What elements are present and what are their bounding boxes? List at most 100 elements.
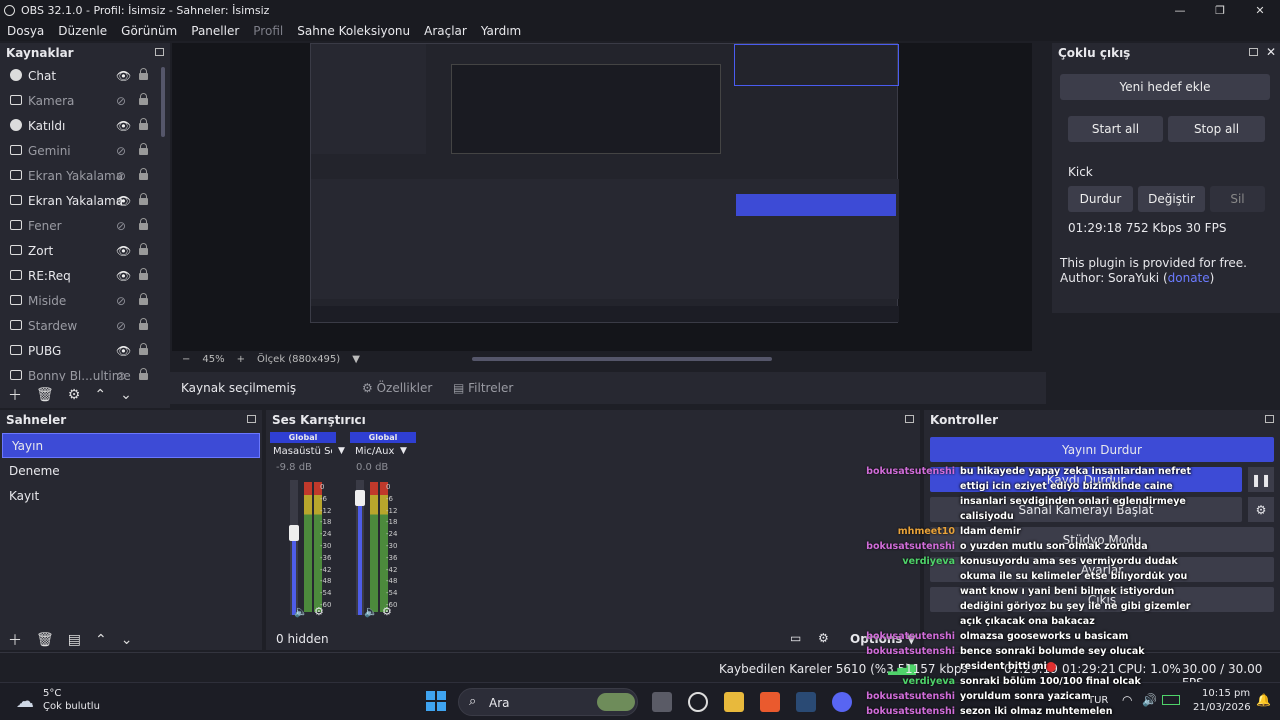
scene-item[interactable]: Deneme — [0, 458, 262, 483]
scene-item[interactable]: Kayıt — [0, 483, 262, 508]
add-source-icon[interactable]: ＋ — [8, 385, 22, 405]
lock-icon[interactable] — [139, 368, 148, 380]
source-settings-icon[interactable]: ⚙ — [68, 387, 81, 403]
close-button[interactable]: ✕ — [1240, 0, 1280, 20]
source-item[interactable]: Kamera ⊘ — [0, 88, 170, 113]
source-item[interactable]: Miside ⊘ — [0, 288, 170, 313]
lock-icon[interactable] — [139, 318, 148, 330]
source-item[interactable]: Katıldı 👁 — [0, 113, 170, 138]
lock-icon[interactable] — [139, 293, 148, 305]
properties-button[interactable]: ⚙ Özellikler — [362, 381, 432, 395]
visibility-off-icon[interactable]: ⊘ — [116, 144, 126, 158]
target-delete-button[interactable]: Sil — [1210, 186, 1265, 212]
undock-icon[interactable] — [905, 415, 914, 423]
source-item[interactable]: Zort 👁 — [0, 238, 170, 263]
source-item[interactable]: Chat 👁 — [0, 63, 170, 88]
move-down-icon[interactable]: ⌄ — [120, 387, 132, 403]
sources-scrollbar[interactable] — [161, 67, 165, 137]
lock-icon[interactable] — [139, 68, 148, 80]
menu-tools[interactable]: Araçlar — [424, 24, 467, 38]
lock-icon[interactable] — [139, 118, 148, 130]
preview-hscrollbar[interactable] — [472, 357, 772, 361]
menu-docks[interactable]: Paneller — [191, 24, 239, 38]
volume-slider[interactable] — [355, 480, 365, 615]
lock-icon[interactable] — [139, 243, 148, 255]
target-edit-button[interactable]: Değiştir — [1138, 186, 1205, 212]
visibility-icon[interactable]: 👁 — [116, 269, 131, 283]
menu-file[interactable]: Dosya — [7, 24, 44, 38]
channel-name[interactable]: Masaüstü Ses — [270, 443, 332, 457]
source-item[interactable]: Stardew ⊘ — [0, 313, 170, 338]
visibility-icon[interactable]: 👁 — [116, 194, 131, 208]
source-item[interactable]: PUBG 👁 — [0, 338, 170, 363]
lock-icon[interactable] — [139, 268, 148, 280]
source-item[interactable]: Bonny Bl...ultime ⊘ — [0, 363, 170, 381]
filters-button[interactable]: ▤ Filtreler — [453, 381, 513, 395]
visibility-off-icon[interactable]: ⊘ — [116, 319, 126, 333]
stop-all-button[interactable]: Stop all — [1168, 116, 1265, 142]
discord-icon[interactable] — [832, 692, 852, 712]
undock-icon[interactable] — [1265, 415, 1274, 423]
add-scene-icon[interactable]: ＋ — [8, 630, 22, 650]
menu-scene-collection[interactable]: Sahne Koleksiyonu — [297, 24, 410, 38]
scene-filter-icon[interactable]: ▤ — [68, 632, 81, 648]
visibility-off-icon[interactable]: ⊘ — [116, 219, 126, 233]
lock-icon[interactable] — [139, 143, 148, 155]
menu-profile[interactable]: Profil — [253, 24, 283, 38]
remove-scene-icon[interactable]: 🗑 — [36, 632, 54, 648]
visibility-off-icon[interactable]: ⊘ — [116, 294, 126, 308]
menu-edit[interactable]: Düzenle — [58, 24, 107, 38]
lock-icon[interactable] — [139, 193, 148, 205]
stop-stream-button[interactable]: Yayını Durdur — [930, 437, 1274, 462]
undock-icon[interactable] — [155, 48, 164, 56]
source-item[interactable]: Ekran Yakalama ⊘ — [0, 163, 170, 188]
search-box[interactable]: ⌕ Ara — [458, 688, 638, 716]
vcam-settings-icon[interactable]: ⚙ — [1248, 497, 1274, 522]
clock-date[interactable]: 21/03/2026 — [1193, 702, 1251, 713]
visibility-icon[interactable]: 👁 — [116, 244, 131, 258]
add-target-button[interactable]: Yeni hedef ekle — [1060, 74, 1270, 100]
channel-dropdown-icon[interactable]: ▼ — [400, 446, 407, 456]
source-item[interactable]: Fener ⊘ — [0, 213, 170, 238]
visibility-icon[interactable]: 👁 — [116, 69, 131, 83]
undock-icon[interactable] — [247, 415, 256, 423]
start-icon[interactable] — [426, 691, 446, 711]
file-explorer-icon[interactable] — [724, 692, 744, 712]
mute-icon[interactable]: 🔈 — [364, 605, 378, 618]
lock-icon[interactable] — [139, 343, 148, 355]
brave-browser-icon[interactable] — [760, 692, 780, 712]
visibility-off-icon[interactable]: ⊘ — [116, 169, 126, 183]
minimize-button[interactable]: — — [1160, 0, 1200, 20]
scene-item[interactable]: Yayın — [2, 433, 260, 458]
visibility-icon[interactable]: 👁 — [116, 344, 131, 358]
clock-time[interactable]: 10:15 pm — [1202, 688, 1250, 699]
volume-knob[interactable] — [289, 525, 299, 542]
obs-app-icon[interactable] — [688, 692, 708, 712]
notification-icon[interactable]: 🔔 — [1256, 693, 1271, 707]
steam-icon[interactable] — [796, 692, 816, 712]
maximize-button[interactable]: ❐ — [1200, 0, 1240, 20]
channel-settings-icon[interactable]: ⚙ — [382, 605, 392, 618]
source-item[interactable]: Gemini ⊘ — [0, 138, 170, 163]
pause-icon[interactable]: ❚❚ — [1248, 467, 1274, 492]
advanced-audio-icon[interactable]: ⚙ — [818, 631, 829, 645]
visibility-off-icon[interactable]: ⊘ — [116, 94, 126, 108]
target-stop-button[interactable]: Durdur — [1068, 186, 1133, 212]
lock-icon[interactable] — [139, 93, 148, 105]
visibility-icon[interactable]: 👁 — [116, 119, 131, 133]
scale-dropdown-icon[interactable]: ▼ — [352, 354, 360, 365]
menu-view[interactable]: Görünüm — [121, 24, 177, 38]
lock-icon[interactable] — [139, 168, 148, 180]
channel-dropdown-icon[interactable]: ▼ — [338, 446, 345, 456]
mute-icon[interactable]: 🔈 — [294, 605, 308, 618]
source-item[interactable]: RE:Req 👁 — [0, 263, 170, 288]
visibility-off-icon[interactable]: ⊘ — [116, 369, 126, 381]
volume-knob[interactable] — [355, 489, 365, 506]
scene-up-icon[interactable]: ⌃ — [95, 632, 107, 648]
remove-source-icon[interactable]: 🗑 — [36, 387, 54, 403]
scale-label[interactable]: Ölçek (880x495) — [257, 354, 340, 365]
move-up-icon[interactable]: ⌃ — [94, 387, 106, 403]
weather-icon[interactable]: ☁ — [16, 691, 34, 712]
undock-icon[interactable] — [1249, 48, 1258, 56]
task-view-icon[interactable] — [652, 692, 672, 712]
